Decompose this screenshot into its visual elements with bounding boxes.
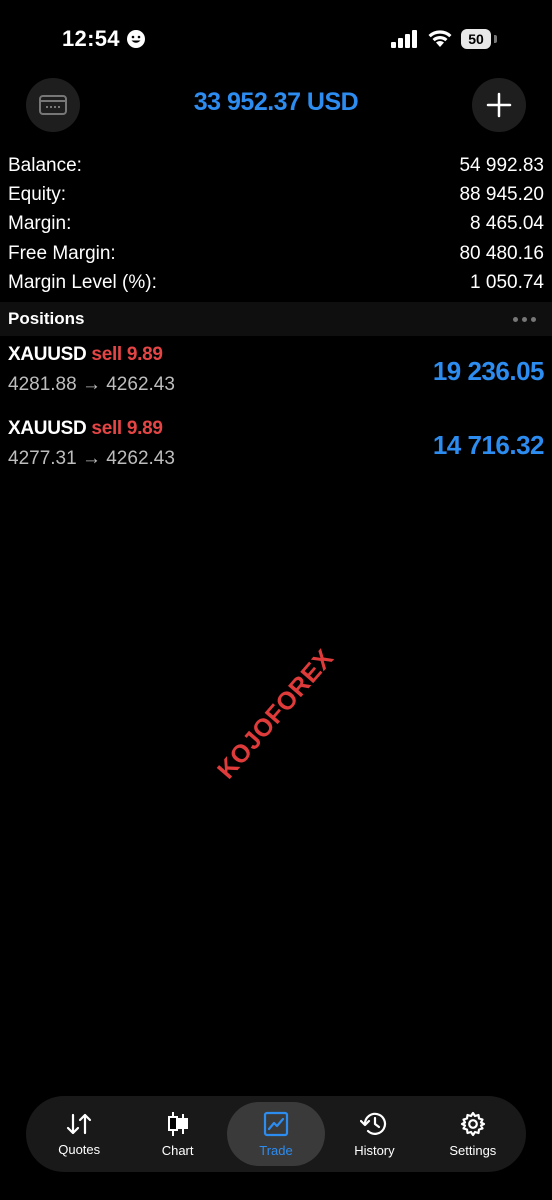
new-order-button[interactable] — [472, 78, 526, 132]
tab-label: Trade — [259, 1142, 293, 1158]
summary-row-margin-level: Margin Level (%): 1 050.74 — [0, 268, 552, 297]
history-icon — [360, 1112, 387, 1135]
focus-smile-icon — [127, 30, 145, 48]
wifi-icon — [428, 30, 452, 47]
tab-label: History — [354, 1142, 395, 1158]
cellular-signal-icon — [391, 30, 417, 48]
tab-history[interactable]: History — [325, 1102, 423, 1166]
tab-chart[interactable]: Chart — [128, 1102, 226, 1166]
tab-trade[interactable]: Trade — [226, 1102, 326, 1166]
summary-value: 80 480.16 — [459, 242, 544, 264]
summary-label: Balance: — [8, 154, 82, 176]
summary-label: Margin Level (%): — [8, 271, 157, 293]
account-summary: Balance: 54 992.83 Equity: 88 945.20 Mar… — [0, 151, 552, 297]
summary-value: 88 945.20 — [459, 183, 544, 205]
more-options-icon[interactable] — [513, 316, 536, 322]
battery-indicator: 50 — [461, 29, 491, 49]
position-title: XAUUSD sell 9.89 — [8, 418, 163, 440]
quotes-icon — [67, 1113, 92, 1134]
tab-quotes[interactable]: Quotes — [30, 1102, 128, 1166]
bottom-tab-bar: Quotes Chart Trade History Settings — [26, 1096, 526, 1172]
summary-row-balance: Balance: 54 992.83 — [0, 151, 552, 180]
gear-icon — [460, 1111, 485, 1136]
position-symbol: XAUUSD — [8, 418, 87, 439]
battery-tip — [494, 35, 497, 43]
position-title: XAUUSD sell 9.89 — [8, 344, 163, 366]
summary-label: Equity: — [8, 183, 67, 205]
positions-title: Positions — [8, 309, 85, 328]
position-prices: 4277.31 → 4262.43 — [8, 448, 175, 469]
position-profit: 19 236.05 — [432, 356, 545, 386]
trade-icon — [263, 1111, 289, 1136]
position-side-volume: sell 9.89 — [91, 344, 163, 365]
position-row[interactable]: XAUUSD sell 9.89 4281.88 → 4262.43 19 23… — [0, 344, 552, 414]
tab-label: Quotes — [58, 1141, 101, 1157]
status-time: 12:54 — [62, 26, 120, 51]
plus-icon — [486, 92, 512, 118]
summary-value: 8 465.04 — [470, 213, 544, 235]
summary-row-margin: Margin: 8 465.04 — [0, 210, 552, 239]
account-balance-title: 33 952.37 USD — [193, 88, 359, 116]
position-profit: 14 716.32 — [432, 430, 545, 460]
position-side-volume: sell 9.89 — [91, 418, 163, 439]
positions-section-header: Positions — [0, 302, 552, 336]
summary-value: 54 992.83 — [459, 154, 544, 176]
tab-label: Chart — [161, 1142, 194, 1158]
watermark-text: KOJOFOREX — [212, 644, 340, 785]
status-bar: 12:54 50 — [0, 0, 552, 80]
summary-row-equity: Equity: 88 945.20 — [0, 180, 552, 209]
position-symbol: XAUUSD — [8, 344, 87, 365]
position-row[interactable]: XAUUSD sell 9.89 4277.31 → 4262.43 14 71… — [0, 418, 552, 488]
summary-row-free-margin: Free Margin: 80 480.16 — [0, 239, 552, 268]
tab-label: Settings — [449, 1142, 497, 1158]
summary-label: Margin: — [8, 213, 72, 235]
summary-value: 1 050.74 — [470, 271, 544, 293]
tab-settings[interactable]: Settings — [424, 1102, 522, 1166]
summary-label: Free Margin: — [8, 242, 116, 264]
chart-candles-icon — [167, 1111, 188, 1136]
position-prices: 4281.88 → 4262.43 — [8, 374, 175, 395]
